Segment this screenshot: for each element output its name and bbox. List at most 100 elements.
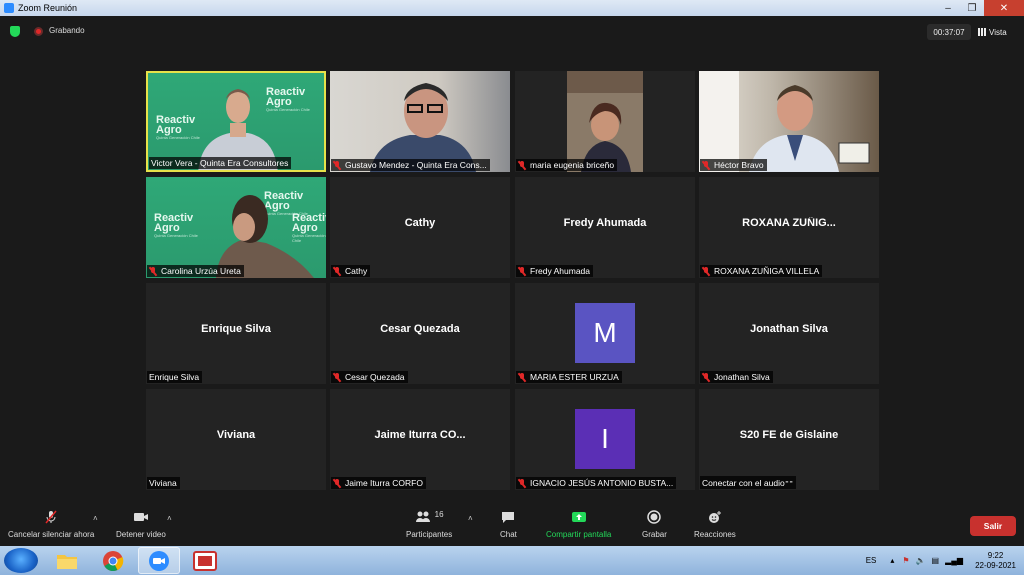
reactions-button[interactable]: Reacciones [694, 510, 736, 539]
participant-tile[interactable]: Jonathan Silva Jonathan Silva [699, 283, 879, 384]
clock-date: 22-09-2021 [975, 560, 1016, 570]
flag-icon[interactable]: ⚑ [902, 556, 909, 565]
share-screen-button[interactable]: Compartir pantalla [546, 510, 611, 539]
taskbar-zoom[interactable] [138, 547, 180, 574]
participant-tile[interactable]: Fredy Ahumada Fredy Ahumada [515, 177, 695, 278]
participant-tile[interactable]: Jaime Iturra CO... Jaime Iturra CORFO [330, 389, 510, 490]
windows-start-icon[interactable] [4, 548, 38, 573]
participant-name: maria eugenia briceño [530, 160, 615, 170]
meeting-timer: 00:37:07 [927, 24, 971, 40]
participant-name: MARIA ESTER URZUA [530, 372, 619, 382]
participant-tile[interactable]: ROXANA ZUÑIG... ROXANA ZUÑIGA VILLELA [699, 177, 879, 278]
participant-name: Viviana [149, 478, 177, 488]
participant-tile[interactable]: Héctor Bravo [699, 71, 879, 172]
share-screen-label: Compartir pantalla [546, 530, 612, 539]
participant-name: Jaime Iturra CORFO [345, 478, 423, 488]
printer-icon[interactable]: ▤ [932, 556, 940, 565]
presentation-app-icon [193, 550, 217, 571]
mic-muted-icon [333, 160, 341, 170]
participant-name-label: Carolina Urzúa Ureta [147, 265, 244, 277]
participant-display-name: Cesar Quezada [380, 323, 460, 335]
window-title: Zoom Reunión [18, 3, 78, 13]
participants-icon [415, 511, 430, 522]
zoom-icon [149, 550, 169, 571]
unmute-button[interactable]: Cancelar silenciar ahora [8, 510, 94, 539]
view-button[interactable]: Vista [978, 24, 1007, 40]
unmute-label: Cancelar silenciar ahora [8, 530, 95, 539]
chat-label: Chat [500, 530, 517, 539]
participants-chevron-icon[interactable]: ˄ [468, 514, 473, 523]
chat-button[interactable]: Chat [500, 510, 517, 539]
participant-display-name: Jonathan Silva [750, 323, 828, 335]
participant-tile[interactable]: I IGNACIO JESÚS ANTONIO BUSTA... [515, 389, 695, 490]
close-button[interactable]: ✕ [984, 0, 1024, 16]
chrome-icon [103, 550, 124, 571]
mic-muted-icon [333, 372, 341, 382]
language-indicator[interactable]: ES [866, 556, 877, 565]
participant-tile[interactable]: Enrique Silva Enrique Silva [146, 283, 326, 384]
share-screen-icon [571, 512, 586, 522]
participant-video [699, 71, 870, 172]
participant-name-label: Jonathan Silva [700, 371, 773, 383]
taskbar-presentation[interactable] [184, 547, 226, 574]
participant-video [370, 83, 476, 172]
participant-name-label: Enrique Silva [147, 371, 203, 383]
participant-display-name: S20 FE de Gislaine [739, 429, 839, 441]
record-button[interactable]: Grabar [642, 510, 667, 539]
taskbar-chrome[interactable] [92, 547, 134, 574]
participant-tile[interactable]: Reactiv Agro Quinta Generación Chile Reacti… [146, 71, 326, 172]
mic-muted-icon [333, 478, 341, 488]
meeting-top-bar: Grabando 00:37:07 Vista [0, 16, 1024, 48]
maximize-button[interactable]: ❐ [960, 0, 984, 16]
participants-button[interactable]: 16 Participantes [406, 510, 453, 540]
participant-display-name: Fredy Ahumada [563, 217, 647, 229]
leave-button[interactable]: Salir [970, 516, 1016, 536]
minimize-button[interactable]: – [936, 0, 960, 16]
participant-name-label: Héctor Bravo [700, 159, 767, 171]
participants-label: Participantes [406, 530, 453, 539]
participant-avatar: I [575, 409, 635, 469]
volume-icon[interactable]: 🔈 [916, 556, 926, 565]
chat-icon [502, 512, 515, 523]
participant-name-label: Conectar con el audio ⁃⁃ [700, 476, 797, 489]
windows-taskbar: ES ▴ ⚑ 🔈 ▤ ▂▄▆ 9:22 22-09-2021 [0, 546, 1024, 575]
mic-muted-icon [149, 266, 157, 276]
participant-name-label: Jaime Iturra CORFO [331, 477, 426, 489]
participant-name: Jonathan Silva [714, 372, 770, 382]
participant-tile[interactable]: maria eugenia briceño [515, 71, 695, 172]
mic-muted-icon [518, 372, 526, 382]
participant-name-label: Cathy [331, 265, 371, 277]
participant-video [567, 71, 643, 172]
record-icon [647, 510, 662, 524]
shield-icon[interactable] [10, 26, 20, 37]
participant-name: ROXANA ZUÑIGA VILLELA [714, 266, 820, 276]
participant-tile[interactable]: Gustavo Mendez - Quinta Era Cons... [330, 71, 510, 172]
participant-name: Enrique Silva [149, 372, 200, 382]
participant-name: Gustavo Mendez - Quinta Era Cons... [345, 160, 487, 170]
recording-dot-icon[interactable] [34, 27, 43, 36]
tray-expand-icon[interactable]: ▴ [890, 556, 894, 565]
participant-display-name: Jaime Iturra CO... [374, 429, 466, 441]
stop-video-button[interactable]: Detener video [116, 510, 166, 539]
taskbar-explorer[interactable] [46, 547, 88, 574]
video-camera-icon [133, 513, 148, 521]
participant-name: Cathy [345, 266, 368, 276]
view-label: Vista [989, 27, 1007, 37]
participant-tile[interactable]: Viviana Viviana [146, 389, 326, 490]
participant-name-label: Viviana [147, 477, 180, 489]
participant-display-name: Cathy [404, 217, 436, 229]
clock[interactable]: 9:22 22-09-2021 [975, 551, 1016, 571]
participant-tile[interactable]: Cathy Cathy [330, 177, 510, 278]
grid-icon [978, 28, 986, 36]
participant-name-label: Fredy Ahumada [516, 265, 594, 277]
reactions-label: Reacciones [694, 530, 736, 539]
participant-tile[interactable]: M MARIA ESTER URZUA [515, 283, 695, 384]
participant-tile[interactable]: Reactiv Agro Quinta Generación Chile Reacti… [146, 177, 326, 278]
mic-muted-icon [333, 266, 341, 276]
network-icon[interactable]: ▂▄▆ [945, 556, 963, 565]
participant-tile[interactable]: S20 FE de Gislaine Conectar con el audio … [699, 389, 879, 490]
audio-options-chevron-icon[interactable]: ˄ [93, 514, 98, 523]
video-options-chevron-icon[interactable]: ˄ [167, 514, 172, 523]
window-titlebar: Zoom Reunión – ❐ ✕ [0, 0, 1024, 16]
participant-tile[interactable]: Cesar Quezada Cesar Quezada [330, 283, 510, 384]
